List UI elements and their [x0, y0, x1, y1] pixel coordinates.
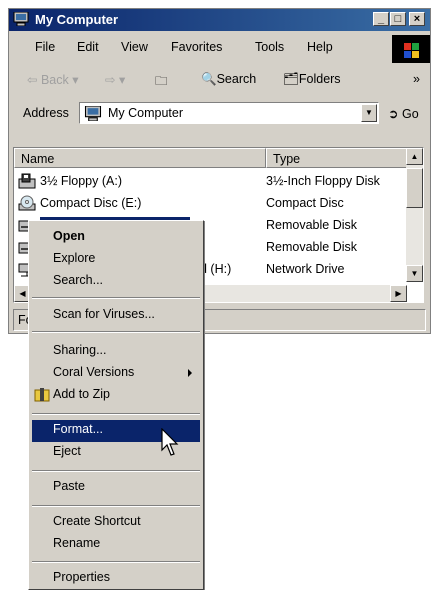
address-value: My Computer: [108, 106, 184, 120]
search-icon: 🔍: [201, 72, 217, 86]
address-dropdown-button[interactable]: ▼: [361, 104, 377, 122]
item-type: 3½-Inch Floppy Disk: [266, 174, 380, 188]
menu-item-paste[interactable]: Paste: [32, 477, 200, 499]
item-name: 3½ Floppy (A:): [40, 174, 122, 188]
address-bar: Address My Computer ▼ ➲ Go: [13, 99, 426, 127]
scroll-right-button[interactable]: ▶: [390, 285, 407, 302]
forward-button[interactable]: ⇨ ▾: [105, 72, 125, 87]
menu-separator: [32, 331, 200, 333]
my-computer-icon: [13, 12, 29, 26]
menu-separator: [32, 413, 200, 415]
context-menu: Open Explore Search... Scan for Viruses.…: [28, 220, 204, 590]
forward-arrow-icon: ⇨ ▾: [105, 73, 126, 87]
zip-icon: [34, 388, 50, 402]
submenu-arrow-icon: [188, 369, 192, 377]
menu-item-label: Add to Zip: [53, 387, 110, 401]
menu-separator: [32, 470, 200, 472]
floppy-icon: [18, 173, 36, 189]
scroll-down-button[interactable]: ▼: [406, 265, 423, 282]
menu-separator: [32, 561, 200, 563]
menu-item-coral-versions[interactable]: Coral Versions: [32, 363, 200, 385]
item-type: Removable Disk: [266, 218, 358, 232]
menu-separator: [32, 505, 200, 507]
search-label: Search: [216, 72, 257, 86]
folders-icon: 🗂: [283, 72, 299, 86]
title-bar[interactable]: My Computer _ □ ×: [9, 9, 430, 31]
address-field[interactable]: My Computer ▼: [79, 102, 379, 124]
list-item[interactable]: 3½ Floppy (A:) 3½-Inch Floppy Disk: [14, 170, 407, 192]
go-button[interactable]: ➲ Go: [388, 106, 419, 121]
maximize-button[interactable]: □: [390, 12, 406, 26]
menu-help[interactable]: Help: [307, 40, 333, 54]
vertical-scrollbar[interactable]: ▲ ▼: [406, 148, 423, 282]
item-type: Network Drive: [266, 262, 345, 276]
search-button[interactable]: 🔍Search: [201, 72, 256, 87]
item-type: Compact Disc: [266, 196, 344, 210]
my-computer-icon: [84, 106, 102, 121]
toolbar-overflow-button[interactable]: »: [413, 72, 420, 86]
back-arrow-icon: ⇦: [27, 73, 41, 87]
menu-item-add-to-zip[interactable]: Add to Zip: [32, 385, 200, 407]
up-folder-icon: 🗀: [155, 74, 168, 88]
up-folder-button[interactable]: 🗀: [155, 72, 168, 93]
scroll-thumb[interactable]: [406, 168, 423, 208]
menu-item-scan-for-viruses[interactable]: Scan for Viruses...: [32, 305, 200, 327]
window-title: My Computer: [35, 12, 119, 27]
minimize-button[interactable]: _: [373, 12, 389, 26]
item-type: Removable Disk: [266, 240, 358, 254]
folders-button[interactable]: 🗂Folders: [283, 72, 341, 87]
menu-item-properties[interactable]: Properties: [32, 568, 200, 590]
menu-file[interactable]: File: [35, 40, 55, 54]
menu-item-search[interactable]: Search...: [32, 271, 200, 293]
menu-bar: File Edit View Favorites Tools Help: [13, 35, 430, 63]
menu-item-create-shortcut[interactable]: Create Shortcut: [32, 512, 200, 534]
menu-item-explore[interactable]: Explore: [32, 249, 200, 271]
menu-item-rename[interactable]: Rename: [32, 534, 200, 556]
menu-edit[interactable]: Edit: [77, 40, 99, 54]
back-button[interactable]: ⇦ Back ▾: [27, 72, 79, 87]
windows-logo-icon: [392, 35, 430, 63]
go-label: Go: [401, 107, 419, 121]
menu-separator: [32, 297, 200, 299]
back-label: Back: [40, 73, 69, 87]
standard-toolbar: ⇦ Back ▾ ⇨ ▾ 🗀 🔍Search 🗂Folders »: [13, 65, 426, 95]
column-header-type[interactable]: Type: [266, 148, 407, 168]
item-name: d (H:): [200, 262, 232, 276]
menu-tools[interactable]: Tools: [255, 40, 284, 54]
folders-label: Folders: [298, 72, 341, 86]
menu-favorites[interactable]: Favorites: [171, 40, 222, 54]
menu-item-sharing[interactable]: Sharing...: [32, 341, 200, 363]
item-name: Compact Disc (E:): [40, 196, 142, 210]
mouse-cursor-icon: [161, 428, 179, 456]
list-item[interactable]: Compact Disc (E:) Compact Disc: [14, 192, 407, 214]
close-button[interactable]: ×: [409, 12, 425, 26]
go-arrow-icon: ➲: [388, 107, 399, 121]
menu-view[interactable]: View: [121, 40, 148, 54]
column-header-name[interactable]: Name: [14, 148, 266, 168]
cd-icon: [18, 195, 36, 211]
address-label: Address: [23, 106, 69, 120]
menu-item-open[interactable]: Open: [32, 227, 200, 249]
menu-item-label: Coral Versions: [53, 365, 135, 379]
scroll-up-button[interactable]: ▲: [406, 148, 423, 165]
